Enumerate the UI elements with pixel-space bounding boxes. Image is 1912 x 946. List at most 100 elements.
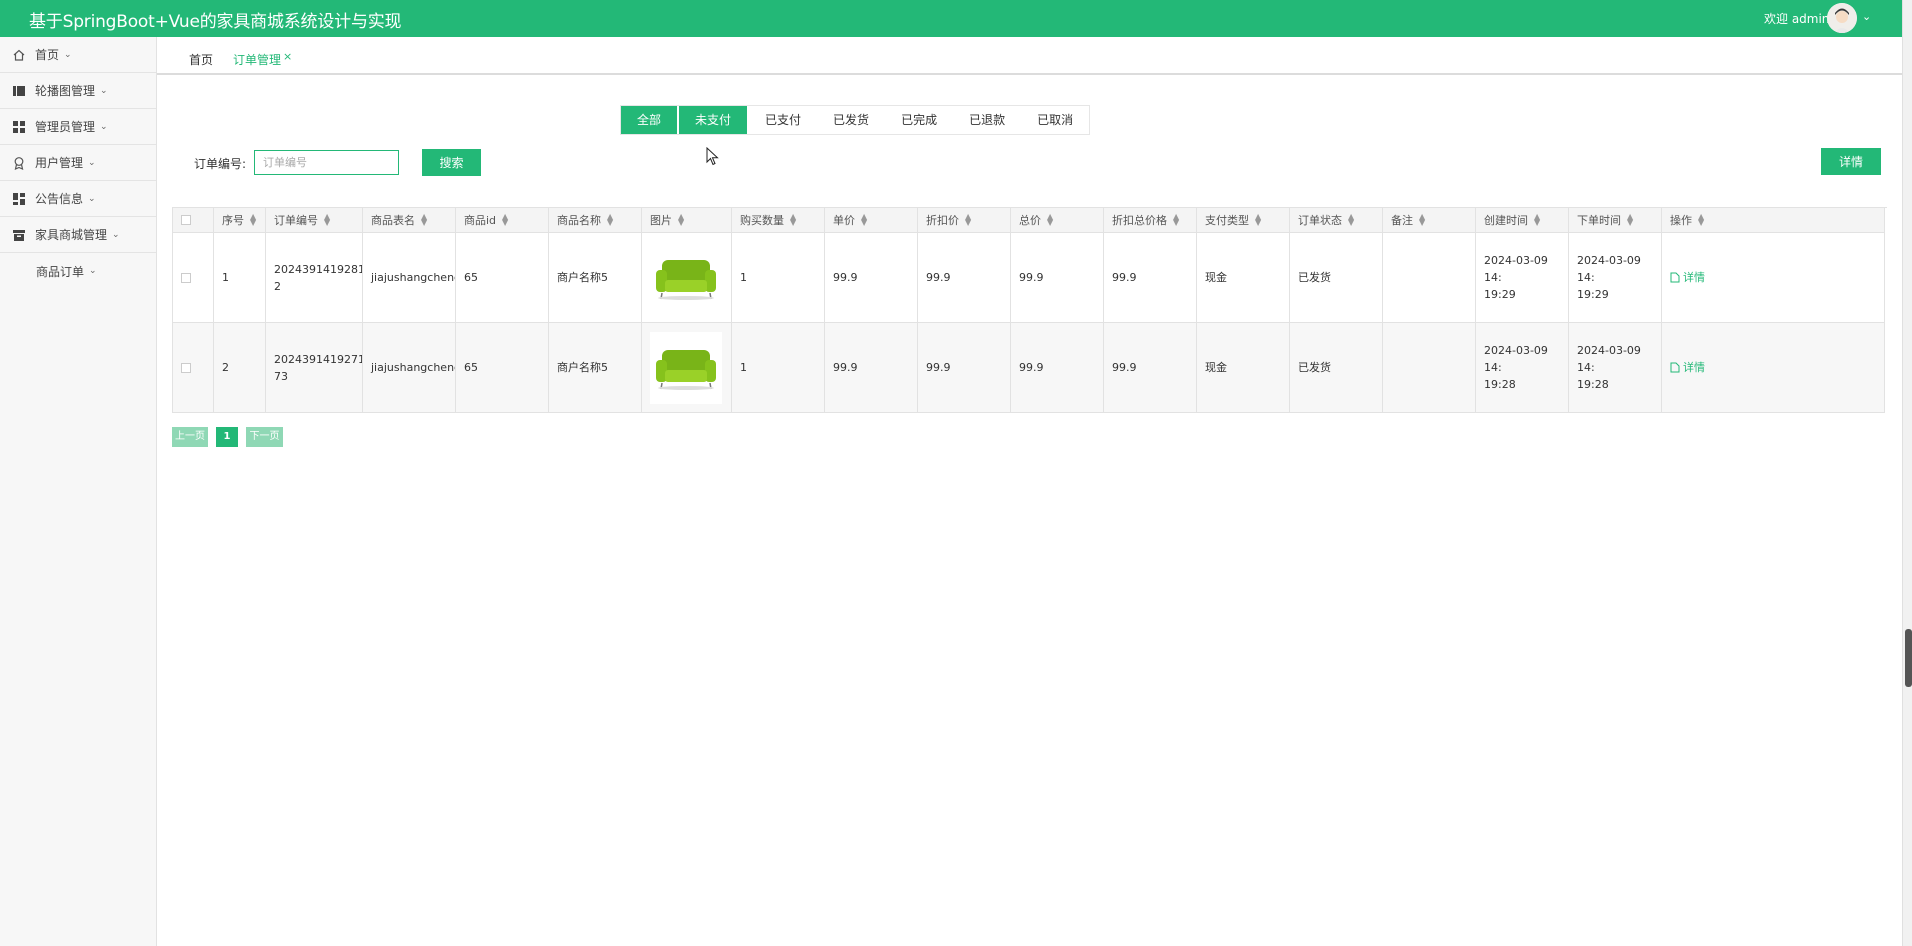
discount-price-cell: 99.9 — [918, 233, 1011, 323]
column-header[interactable]: 商品名称 ▲ ▼ — [549, 208, 642, 233]
column-header[interactable]: 单价 ▲ ▼ — [825, 208, 918, 233]
column-header[interactable]: 图片 ▲ ▼ — [642, 208, 732, 233]
sidebar-item-orders[interactable]: 商品订单 ⌄ — [0, 253, 156, 289]
sort-icon[interactable]: ▲ ▼ — [324, 213, 330, 227]
column-header[interactable]: 支付类型 ▲ ▼ — [1197, 208, 1290, 233]
row-detail-link[interactable]: 详情 — [1670, 269, 1705, 286]
sofa-image — [650, 331, 722, 404]
row-checkbox[interactable] — [181, 362, 191, 373]
table-name-cell: jiajushangcheng — [363, 233, 456, 323]
filter-all[interactable]: 全部 — [621, 106, 678, 134]
close-icon[interactable]: × — [283, 50, 292, 63]
table-header-row: 序号 ▲ ▼ 订单编号 ▲ ▼ 商品表名 ▲ ▼ 商品id ▲ ▼ 商品名称 ▲ ▼ 图片 ▲ ▼ 购买… — [173, 208, 1887, 233]
filter-completed[interactable]: 已完成 — [885, 106, 953, 134]
filter-refunded[interactable]: 已退款 — [953, 106, 1021, 134]
chevron-down-icon[interactable]: ⌄ — [1862, 10, 1871, 23]
detail-button[interactable]: 详情 — [1821, 148, 1881, 175]
goods-name-cell: 商户名称5 — [549, 233, 642, 323]
avatar[interactable] — [1827, 3, 1857, 33]
price-cell: 99.9 — [825, 323, 918, 413]
row-select-cell — [173, 233, 214, 323]
sort-icon[interactable]: ▲ ▼ — [1627, 213, 1633, 227]
scrollbar-thumb[interactable] — [1905, 629, 1912, 687]
sidebar-item-admins[interactable]: 管理员管理 ⌄ — [0, 109, 156, 145]
page-1-button[interactable]: 1 — [216, 427, 238, 447]
sidebar-item-users[interactable]: 用户管理 ⌄ — [0, 145, 156, 181]
column-header[interactable]: 商品表名 ▲ ▼ — [363, 208, 456, 233]
vertical-scrollbar[interactable] — [1902, 0, 1912, 946]
sort-icon[interactable]: ▲ ▼ — [250, 213, 256, 227]
tab-order-management[interactable]: 订单管理 — [233, 51, 281, 68]
table-name-cell: jiajushangcheng — [363, 323, 456, 413]
sidebar-item-mall[interactable]: 家具商城管理 ⌄ — [0, 217, 156, 253]
filter-shipped[interactable]: 已发货 — [817, 106, 885, 134]
mouse-cursor-icon — [706, 147, 719, 166]
column-header[interactable]: 备注 ▲ ▼ — [1383, 208, 1476, 233]
order-no-search-input[interactable] — [254, 150, 399, 175]
qty-cell: 1 — [732, 233, 825, 323]
column-header[interactable]: 订单编号 ▲ ▼ — [266, 208, 363, 233]
total-cell: 99.9 — [1011, 323, 1104, 413]
prev-page-button[interactable]: 上一页 — [172, 427, 208, 447]
sort-icon[interactable]: ▲ ▼ — [1173, 213, 1179, 227]
goods-id-cell: 65 — [456, 233, 549, 323]
user-avatar-icon — [1827, 3, 1857, 33]
sidebar-item-home[interactable]: 首页 ⌄ — [0, 37, 156, 73]
chevron-down-icon: ⌄ — [88, 157, 96, 168]
chevron-down-icon: ⌄ — [100, 85, 108, 96]
column-header[interactable]: 操作 ▲ ▼ — [1662, 208, 1885, 233]
sidebar-item-label: 轮播图管理 — [35, 84, 96, 98]
action-cell: 详情 — [1662, 323, 1885, 413]
order-no-label: 订单编号: — [194, 157, 247, 171]
app-title: 基于SpringBoot+Vue的家具商城系统设计与实现 — [29, 12, 402, 32]
sort-icon[interactable]: ▲ ▼ — [678, 213, 684, 227]
tab-home[interactable]: 首页 — [189, 51, 213, 68]
column-header[interactable]: 下单时间 ▲ ▼ — [1569, 208, 1662, 233]
filter-cancelled[interactable]: 已取消 — [1021, 106, 1089, 134]
select-all-checkbox[interactable] — [181, 215, 191, 225]
search-button[interactable]: 搜索 — [422, 149, 481, 176]
chevron-down-icon: ⌄ — [89, 266, 97, 276]
sort-icon[interactable]: ▲ ▼ — [1698, 213, 1704, 227]
sidebar-item-label: 首页 — [35, 48, 60, 62]
row-select-cell — [173, 323, 214, 413]
column-header[interactable]: 序号 ▲ ▼ — [214, 208, 266, 233]
column-header[interactable]: 商品id ▲ ▼ — [456, 208, 549, 233]
sort-icon[interactable]: ▲ ▼ — [1348, 213, 1354, 227]
grid-icon — [13, 120, 25, 133]
filter-unpaid[interactable]: 未支付 — [679, 106, 748, 134]
box-icon — [13, 229, 25, 241]
column-header[interactable]: 总价 ▲ ▼ — [1011, 208, 1104, 233]
discount-price-cell: 99.9 — [918, 323, 1011, 413]
top-header: 基于SpringBoot+Vue的家具商城系统设计与实现 欢迎 admin ⌄ — [0, 0, 1912, 37]
dashboard-icon — [13, 192, 25, 205]
column-header[interactable]: 购买数量 ▲ ▼ — [732, 208, 825, 233]
sort-icon[interactable]: ▲ ▼ — [1534, 213, 1540, 227]
chevron-down-icon: ⌄ — [112, 229, 120, 240]
sort-icon[interactable]: ▲ ▼ — [421, 213, 427, 227]
sort-icon[interactable]: ▲ ▼ — [1255, 213, 1261, 227]
slides-icon — [13, 85, 25, 96]
sort-icon[interactable]: ▲ ▼ — [1419, 213, 1425, 227]
order-time-cell: 2024-03-09 14: 19:28 — [1569, 323, 1662, 413]
row-detail-link[interactable]: 详情 — [1670, 359, 1705, 376]
next-page-button[interactable]: 下一页 — [246, 427, 283, 447]
column-header[interactable]: 折扣总价格 ▲ ▼ — [1104, 208, 1197, 233]
column-header[interactable]: 折扣价 ▲ ▼ — [918, 208, 1011, 233]
sort-icon[interactable]: ▲ ▼ — [607, 213, 613, 227]
sidebar-item-notices[interactable]: 公告信息 ⌄ — [0, 181, 156, 217]
column-header[interactable]: 订单状态 ▲ ▼ — [1290, 208, 1383, 233]
sidebar-item-carousel[interactable]: 轮播图管理 ⌄ — [0, 73, 156, 109]
filter-paid[interactable]: 已支付 — [749, 106, 817, 134]
order-time-cell: 2024-03-09 14: 19:29 — [1569, 233, 1662, 323]
discount-total-cell: 99.9 — [1104, 233, 1197, 323]
index-cell: 2 — [214, 323, 266, 413]
sort-icon[interactable]: ▲ ▼ — [965, 213, 971, 227]
column-header[interactable]: 创建时间 ▲ ▼ — [1476, 208, 1569, 233]
sort-icon[interactable]: ▲ ▼ — [502, 213, 508, 227]
sort-icon[interactable]: ▲ ▼ — [1047, 213, 1053, 227]
sort-icon[interactable]: ▲ ▼ — [861, 213, 867, 227]
sort-icon[interactable]: ▲ ▼ — [790, 213, 796, 227]
row-checkbox[interactable] — [181, 272, 191, 283]
index-cell: 1 — [214, 233, 266, 323]
